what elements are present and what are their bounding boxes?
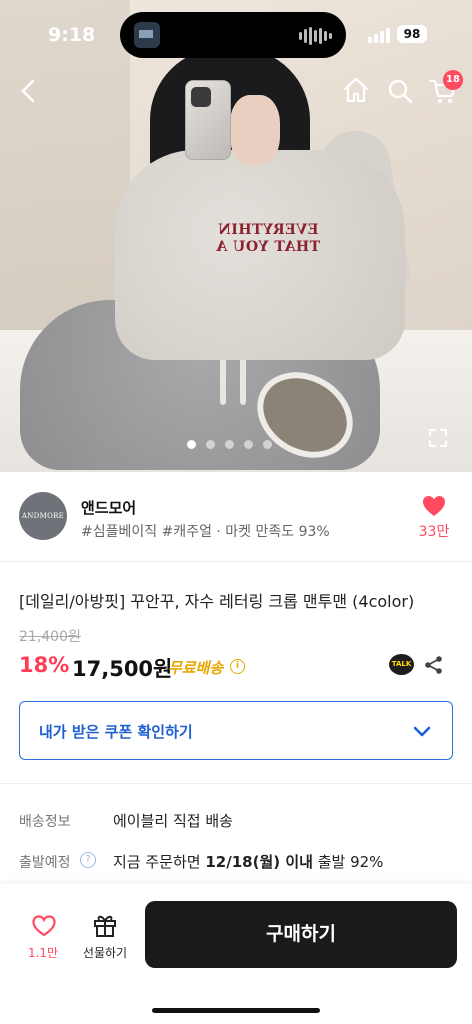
cart-badge: 18 (443, 70, 463, 90)
discount-rate: 18% (19, 653, 70, 677)
now-playing-thumb (134, 22, 160, 48)
help-icon[interactable]: ? (80, 852, 96, 868)
wish-count: 1.1만 (27, 946, 59, 960)
home-indicator[interactable] (152, 1008, 320, 1013)
original-price: 21,400원 (19, 629, 81, 645)
seller-section[interactable]: ANDMORE 앤드모어 #심플베이직 #캐주얼 · 마켓 만족도 93% 33… (0, 472, 472, 562)
seller-like-count: 33만 (418, 524, 450, 540)
audio-wave-icon (299, 27, 332, 45)
heart-outline-icon[interactable] (31, 914, 57, 938)
signal-icon (368, 28, 390, 43)
search-icon[interactable] (386, 77, 414, 105)
sweatshirt-print: EVERYTHIN THAT YOU A (215, 222, 321, 255)
image-drawstring (220, 355, 226, 405)
dispatch-suffix: 출발 92% (317, 853, 384, 871)
coupon-dropdown[interactable]: 내가 받은 쿠폰 확인하기 (19, 701, 453, 760)
chevron-down-icon (413, 726, 431, 737)
image-pagination (187, 440, 272, 449)
heart-icon[interactable] (421, 494, 447, 518)
image-phone (185, 80, 231, 160)
buy-button[interactable]: 구매하기 (145, 901, 457, 968)
dispatch-prefix: 지금 주문하면 (113, 853, 201, 871)
pagination-dot[interactable] (263, 440, 272, 449)
dispatch-value: 지금 주문하면 12/18(월) 이내 출발 92% (113, 851, 383, 872)
expand-icon[interactable] (427, 427, 449, 449)
info-icon[interactable]: i (230, 659, 245, 674)
dynamic-island[interactable] (120, 12, 346, 58)
share-icon[interactable] (424, 655, 444, 675)
product-image[interactable]: EVERYTHIN THAT YOU A (0, 0, 472, 472)
dispatch-date: 12/18(월) 이내 (205, 853, 313, 871)
pagination-dot[interactable] (187, 440, 196, 449)
free-shipping-label: 무료배송 (168, 659, 224, 677)
dispatch-label: 출발예정 (19, 855, 71, 871)
gift-label[interactable]: 선물하기 (75, 944, 135, 961)
seller-tags: #심플베이직 #캐주얼 · 마켓 만족도 93% (81, 524, 330, 540)
coupon-label: 내가 받은 쿠폰 확인하기 (39, 723, 193, 741)
image-face (230, 95, 280, 165)
pagination-dot[interactable] (244, 440, 253, 449)
battery-indicator: 98 (397, 25, 427, 43)
sale-price: 17,500원 (72, 657, 173, 681)
back-icon[interactable] (14, 76, 44, 106)
pagination-dot[interactable] (225, 440, 234, 449)
bottom-action-bar: 1.1만 선물하기 구매하기 (0, 884, 472, 1024)
delivery-value: 에이블리 직접 배송 (113, 812, 233, 830)
image-drawstring (240, 355, 246, 405)
pagination-dot[interactable] (206, 440, 215, 449)
status-time: 9:18 (48, 24, 96, 46)
product-title: [데일리/아방핏] 꾸안꾸, 자수 레터링 크롭 맨투맨 (4color) (19, 592, 415, 611)
seller-logo[interactable]: ANDMORE (19, 492, 67, 540)
seller-name[interactable]: 앤드모어 (81, 497, 136, 518)
section-divider (0, 783, 472, 784)
kakao-talk-icon[interactable]: TALK (389, 654, 414, 675)
home-icon[interactable] (342, 76, 370, 104)
delivery-label: 배송정보 (19, 814, 71, 830)
gift-icon[interactable] (92, 912, 118, 938)
